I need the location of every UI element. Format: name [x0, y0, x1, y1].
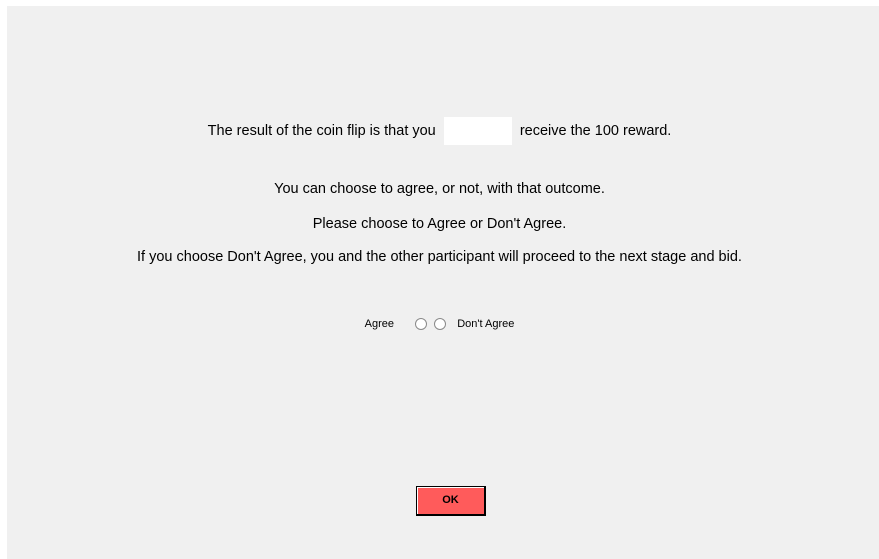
main-panel [7, 6, 879, 559]
choose-instruction-text: You can choose to agree, or not, with th… [274, 181, 605, 197]
result-blank-field [443, 117, 512, 145]
please-choose-text: Please choose to Agree or Don't Agree. [312, 216, 567, 232]
result-prefix-text: The result of the coin flip is that you [207, 123, 436, 139]
agree-choice-group: Agree Don't Agree [0, 318, 879, 331]
dont-agree-radio[interactable] [434, 318, 447, 331]
dont-agree-label: Don't Agree [457, 318, 515, 331]
agree-label: Agree [364, 318, 395, 331]
ok-button[interactable]: OK [416, 486, 486, 516]
agree-radio[interactable] [415, 318, 428, 331]
coin-flip-result-line: The result of the coin flip is that you … [0, 117, 879, 145]
result-suffix-text: receive the 100 reward. [519, 123, 672, 139]
disagree-consequence-text: If you choose Don't Agree, you and the o… [137, 249, 742, 265]
